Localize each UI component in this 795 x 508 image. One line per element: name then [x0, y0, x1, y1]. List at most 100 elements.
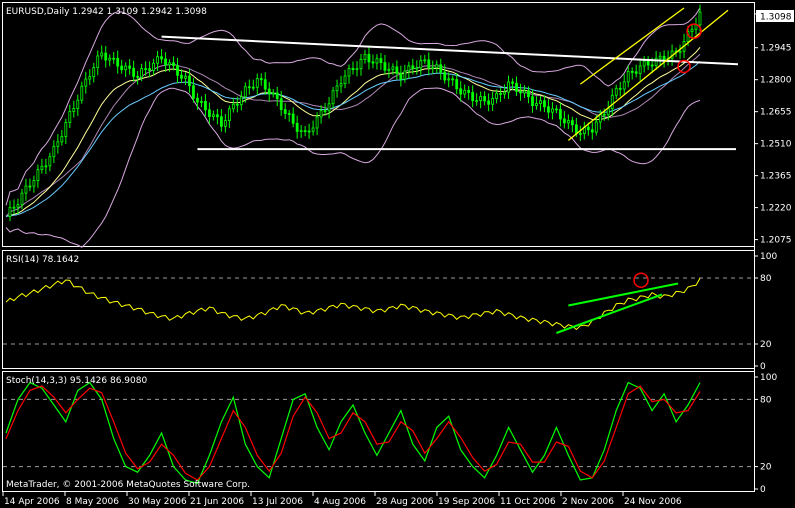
date-tick-label: 24 Nov 2006 — [624, 497, 682, 507]
candle-body — [44, 165, 48, 168]
axis-tick-label: 20 — [760, 463, 772, 473]
candle-body — [447, 78, 451, 81]
candle-body — [76, 99, 80, 109]
candle-body — [507, 81, 510, 93]
candle-body — [375, 58, 379, 64]
candle-body — [271, 92, 275, 95]
candle-body — [100, 52, 104, 57]
candle-body — [423, 59, 427, 62]
stoch-signal-line — [5, 385, 701, 481]
candle-body — [610, 94, 614, 109]
candle-body — [503, 91, 506, 95]
candle-body — [255, 78, 259, 88]
candle-body — [431, 67, 435, 70]
candle-body — [243, 86, 247, 98]
candle-body — [239, 96, 243, 106]
candle-body — [208, 109, 211, 117]
candle-body — [487, 100, 491, 105]
main-panel-header: EURUSD,Daily 1.2942 1.3109 1.2942 1.3098 — [6, 7, 207, 17]
candle-body — [403, 70, 407, 80]
candle-body — [475, 100, 479, 102]
candles — [8, 4, 702, 222]
candle-body — [8, 206, 12, 217]
candle-body — [132, 67, 136, 77]
candle-body — [618, 87, 622, 90]
candle-body — [247, 86, 251, 89]
candle-body — [543, 100, 546, 108]
candle-body — [48, 156, 52, 167]
price-axis: 1.2945 1.2800 1.2655 1.2510 1.2365 1.2220 1.20… — [754, 13, 792, 246]
candle-body — [471, 92, 475, 102]
candle-body — [415, 67, 419, 70]
axis-tick-label: 80 — [760, 395, 772, 405]
stoch-axis: 100 80 20 0 — [754, 373, 777, 495]
candle-body — [168, 62, 171, 66]
candle-body — [267, 88, 271, 95]
candle-body — [359, 58, 363, 70]
candle-body — [387, 68, 391, 71]
candle-body — [511, 81, 514, 84]
candle-body — [531, 96, 534, 107]
candle-body — [626, 71, 630, 83]
candle-body — [347, 67, 351, 77]
candle-body — [128, 65, 132, 69]
price-tick-label: 1.2800 — [760, 76, 792, 86]
price-tick-label: 1.2075 — [760, 236, 792, 246]
candle-body — [116, 57, 120, 67]
candle-body — [586, 126, 590, 131]
price-tick-label: 1.2365 — [760, 172, 792, 182]
candle-body — [499, 93, 502, 95]
candle-body — [399, 73, 403, 80]
rsi-highlight-circle — [633, 272, 649, 288]
candle-body — [395, 66, 399, 74]
price-tick-label: 1.2655 — [760, 108, 792, 118]
candle-body — [196, 97, 199, 103]
stoch-levels — [3, 398, 754, 468]
candle-body — [287, 113, 291, 115]
candle-body — [60, 136, 64, 143]
axis-tick-label: 0 — [760, 485, 766, 495]
candle-body — [539, 100, 542, 104]
candle-body — [630, 71, 634, 73]
candle-body — [20, 192, 24, 206]
moving-average-slow — [5, 61, 701, 217]
axis-tick-label: 80 — [760, 274, 772, 284]
candle-body — [339, 83, 343, 87]
candle-body — [650, 64, 654, 67]
candle-body — [40, 165, 44, 171]
resistance-trendline — [161, 35, 739, 66]
candle-body — [606, 108, 610, 116]
candle-body — [307, 130, 311, 133]
candle-body — [156, 56, 159, 64]
candle-body — [658, 55, 662, 59]
candle-body — [279, 98, 283, 111]
date-tick-label: 11 Oct 2006 — [500, 497, 556, 507]
candle-body — [343, 75, 347, 85]
candle-body — [379, 58, 383, 64]
candle-body — [275, 92, 279, 100]
candle-body — [435, 64, 439, 69]
date-tick-label: 14 Apr 2006 — [4, 497, 60, 507]
date-tick-label: 21 Jun 2006 — [190, 497, 244, 507]
date-tick-label: 4 Aug 2006 — [314, 497, 366, 507]
candle-body — [363, 54, 367, 60]
candle-body — [678, 50, 682, 53]
rsi-axis: 100 80 20 0 — [754, 252, 777, 372]
candle-body — [638, 65, 642, 74]
candle-body — [56, 141, 60, 147]
candle-body — [459, 88, 463, 95]
axis-tick-label: 0 — [760, 362, 766, 372]
candle-body — [559, 108, 562, 120]
candle-body — [291, 113, 295, 124]
candle-body — [80, 85, 84, 101]
candle-body — [391, 66, 395, 70]
candle-body — [547, 106, 550, 113]
candle-body — [479, 96, 483, 101]
candle-body — [235, 103, 239, 106]
candle-body — [527, 90, 530, 98]
candle-body — [84, 78, 88, 87]
candle-body — [351, 67, 355, 71]
candle-body — [614, 87, 618, 96]
candle-body — [176, 65, 179, 76]
stoch-series — [5, 381, 701, 485]
